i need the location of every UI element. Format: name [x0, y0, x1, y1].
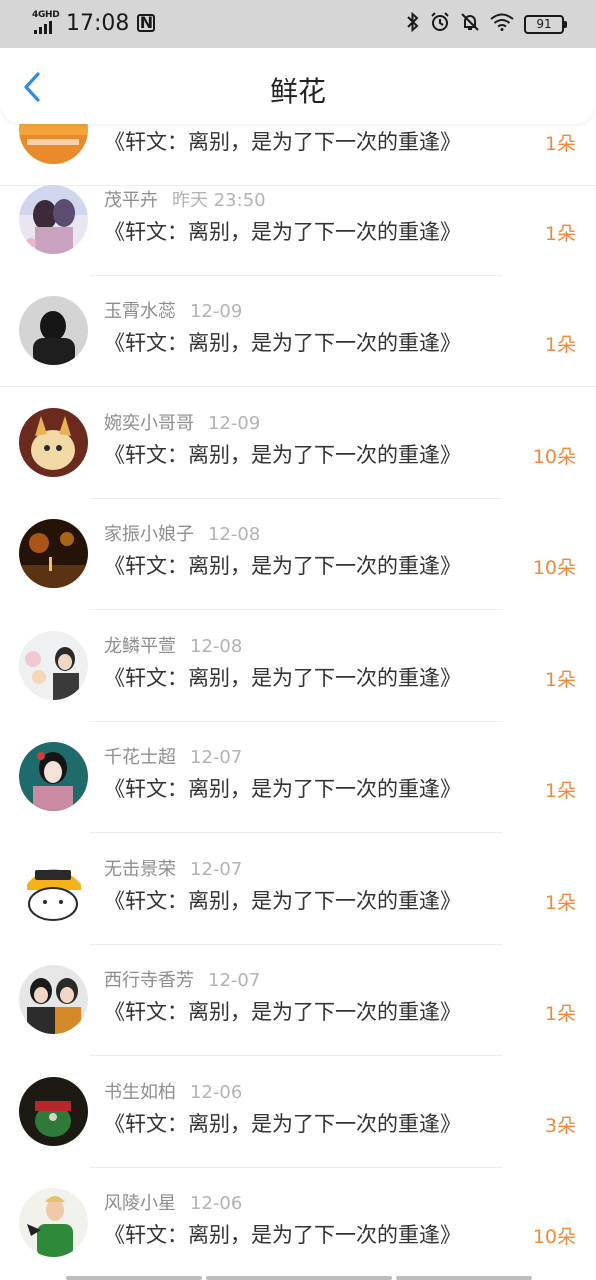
book-title: 《轩文：离别，是为了下一次的重逢》 — [104, 220, 461, 244]
gift-date: 12-06 — [190, 1082, 243, 1103]
book-title: 《轩文：离别，是为了下一次的重逢》 — [104, 1112, 461, 1136]
gift-date: 12-07 — [190, 859, 243, 880]
user-line: 西行寺香芳 12-07 — [104, 966, 260, 992]
avatar[interactable] — [19, 742, 88, 811]
scroll-hint-bar — [66, 1276, 532, 1280]
avatar[interactable] — [19, 965, 88, 1034]
divider — [0, 386, 596, 387]
divider — [90, 1055, 502, 1056]
avatar[interactable] — [19, 296, 88, 365]
list-item[interactable]: 婉奕小哥哥 12-09 《轩文：离别，是为了下一次的重逢》 10朵 — [0, 388, 596, 499]
user-line: 无击景荣 12-07 — [104, 855, 242, 881]
flower-count: 1朵 — [544, 1003, 576, 1025]
battery-level: 91 — [536, 17, 552, 31]
user-name[interactable]: 无击景荣 — [104, 859, 176, 880]
book-title: 《轩文：离别，是为了下一次的重逢》 — [104, 889, 461, 913]
user-line: 风陵小星 12-06 — [104, 1189, 242, 1215]
mute-icon — [460, 12, 480, 37]
flower-count: 10朵 — [532, 446, 576, 468]
user-name[interactable]: 茂平卉 — [104, 190, 158, 211]
signal-icon: 4GHD — [32, 10, 60, 36]
book-title: 《轩文：离别，是为了下一次的重逢》 — [104, 331, 461, 355]
list-item[interactable]: 玉霄水蕊 12-09 《轩文：离别，是为了下一次的重逢》 1朵 — [0, 276, 596, 387]
flower-count: 1朵 — [544, 669, 576, 691]
flower-count: 1朵 — [544, 892, 576, 914]
list-item[interactable]: 家振小娘子 12-08 《轩文：离别，是为了下一次的重逢》 10朵 — [0, 499, 596, 610]
divider — [90, 832, 502, 833]
avatar[interactable] — [19, 519, 88, 588]
status-time: 17:08 — [66, 10, 130, 36]
nfc-icon: N — [137, 14, 156, 32]
flower-count: 3朵 — [544, 1115, 576, 1137]
page-title: 鲜花 — [269, 75, 326, 108]
list-item[interactable]: 龙鳞平萱 12-08 《轩文：离别，是为了下一次的重逢》 1朵 — [0, 611, 596, 722]
book-title: 《轩文：离别，是为了下一次的重逢》 — [104, 130, 461, 154]
list-item[interactable]: 无击景荣 12-07 《轩文：离别，是为了下一次的重逢》 1朵 — [0, 834, 596, 945]
flower-count: 1朵 — [544, 334, 576, 356]
book-title: 《轩文：离别，是为了下一次的重逢》 — [104, 554, 461, 578]
book-title: 《轩文：离别，是为了下一次的重逢》 — [104, 666, 461, 690]
user-line: 婉奕小哥哥 12-09 — [104, 409, 260, 435]
gift-date: 12-09 — [208, 413, 261, 434]
avatar[interactable] — [19, 1077, 88, 1146]
book-title: 《轩文：离别，是为了下一次的重逢》 — [104, 443, 461, 467]
alarm-icon — [430, 12, 450, 37]
gift-date: 12-08 — [190, 636, 243, 657]
top-nav-bar: 鲜花 — [0, 48, 596, 124]
flower-count: 1朵 — [544, 133, 576, 155]
avatar[interactable] — [19, 185, 88, 254]
user-name[interactable]: 玉霄水蕊 — [104, 301, 176, 322]
user-line: 茂平卉 昨天 23:50 — [104, 186, 266, 212]
flower-count: 10朵 — [532, 1226, 576, 1248]
gift-date: 12-07 — [190, 747, 243, 768]
user-name[interactable]: 家振小娘子 — [104, 524, 194, 545]
user-line: 龙鳞平萱 12-08 — [104, 632, 242, 658]
user-name[interactable]: 西行寺香芳 — [104, 970, 194, 991]
flower-count: 1朵 — [544, 223, 576, 245]
wifi-icon — [490, 13, 514, 36]
book-title: 《轩文：离别，是为了下一次的重逢》 — [104, 1223, 461, 1247]
user-name[interactable]: 婉奕小哥哥 — [104, 413, 194, 434]
user-line: 千花士超 12-07 — [104, 743, 242, 769]
user-line: 玉霄水蕊 12-09 — [104, 297, 242, 323]
book-title: 《轩文：离别，是为了下一次的重逢》 — [104, 1000, 461, 1024]
divider — [90, 609, 502, 610]
gift-date: 12-06 — [190, 1193, 243, 1214]
flower-count: 10朵 — [532, 557, 576, 579]
user-line: 书生如柏 12-06 — [104, 1078, 242, 1104]
status-right: 91 — [406, 11, 567, 37]
gift-date: 12-07 — [208, 970, 261, 991]
book-title: 《轩文：离别，是为了下一次的重逢》 — [104, 777, 461, 801]
avatar[interactable] — [19, 854, 88, 923]
bluetooth-icon — [406, 11, 420, 37]
list-item[interactable]: 茂平卉 昨天 23:50 《轩文：离别，是为了下一次的重逢》 1朵 — [0, 165, 596, 276]
avatar[interactable] — [19, 408, 88, 477]
user-name[interactable]: 风陵小星 — [104, 1193, 176, 1214]
user-name[interactable]: 龙鳞平萱 — [104, 636, 176, 657]
user-name[interactable]: 千花士超 — [104, 747, 176, 768]
flower-count: 1朵 — [544, 780, 576, 802]
network-type: 4GHD — [32, 10, 60, 20]
list-item[interactable]: 西行寺香芳 12-07 《轩文：离别，是为了下一次的重逢》 1朵 — [0, 945, 596, 1056]
gift-date: 12-09 — [190, 301, 243, 322]
list-item[interactable]: 风陵小星 12-06 《轩文：离别，是为了下一次的重逢》 10朵 — [0, 1168, 596, 1279]
list-item[interactable]: 书生如柏 12-06 《轩文：离别，是为了下一次的重逢》 3朵 — [0, 1057, 596, 1168]
battery-icon: 91 — [524, 15, 567, 34]
list-item[interactable]: 千花士超 12-07 《轩文：离别，是为了下一次的重逢》 1朵 — [0, 722, 596, 833]
gift-date: 昨天 23:50 — [172, 190, 266, 211]
user-name[interactable]: 书生如柏 — [104, 1082, 176, 1103]
status-left: 4GHD 17:08 N — [32, 10, 156, 36]
avatar[interactable] — [19, 631, 88, 700]
status-bar: 4GHD 17:08 N 91 — [0, 0, 596, 48]
user-line: 家振小娘子 12-08 — [104, 520, 260, 546]
gift-date: 12-08 — [208, 524, 261, 545]
avatar[interactable] — [19, 1188, 88, 1257]
